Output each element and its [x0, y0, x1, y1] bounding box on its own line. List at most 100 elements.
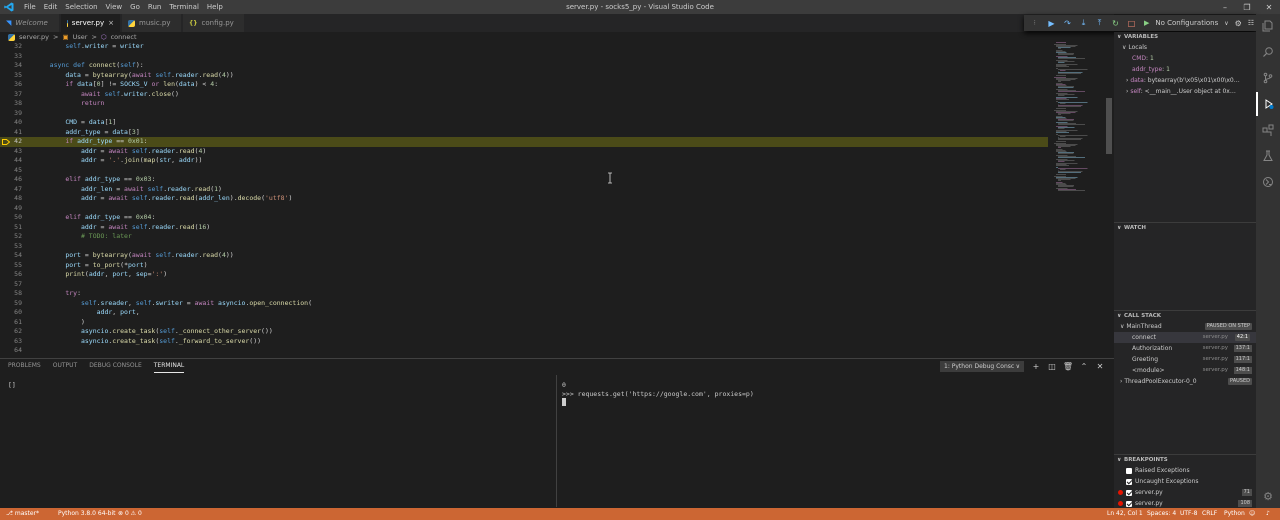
tab-terminal[interactable]: TERMINAL [153, 359, 185, 373]
menu-run[interactable]: Run [144, 0, 165, 14]
drag-handle-icon[interactable]: ⠇ [1030, 17, 1041, 29]
terminal-left-prompt[interactable]: [] [8, 381, 16, 389]
extensions-icon[interactable] [1256, 118, 1280, 142]
breadcrumb-class[interactable]: User [73, 33, 88, 41]
debug-console-icon[interactable]: ☷ [1248, 19, 1254, 27]
minimap-line [1056, 164, 1067, 165]
minimap-line [1058, 127, 1075, 128]
breakpoint-item[interactable]: server.py 71 [1114, 487, 1256, 498]
menu-view[interactable]: View [102, 0, 127, 14]
variable-data[interactable]: › data: bytearray(b'\x05\x01\x00\x0… [1114, 75, 1256, 86]
tab-music-py[interactable]: music.py [122, 14, 182, 32]
kill-terminal-icon[interactable]: 🗑 [1063, 361, 1073, 371]
breakpoint-checkbox[interactable] [1126, 478, 1132, 485]
explorer-icon[interactable] [1256, 14, 1280, 38]
python-interpreter[interactable]: Python 3.8.0 64-bit [58, 508, 116, 520]
settings-gear-icon[interactable]: ⚙ [1256, 484, 1280, 508]
restart-icon[interactable]: ↻ [1110, 17, 1121, 29]
breakpoint-checkbox[interactable] [1126, 500, 1132, 507]
watch-section-header[interactable]: ∨ WATCH [1114, 222, 1256, 232]
indentation[interactable]: Spaces: 4 [1147, 508, 1176, 520]
thread-threadpool[interactable]: › ThreadPoolExecutor-0_0 PAUSED [1114, 376, 1256, 387]
variable-value: 1 [1166, 66, 1170, 73]
stack-frame-connect[interactable]: connect server.py 42:1 [1114, 332, 1256, 343]
variable-self[interactable]: › self: <__main__.User object at 0x… [1114, 86, 1256, 97]
minimap-line [1060, 169, 1066, 170]
editor-scrollbar[interactable] [1106, 98, 1112, 154]
menu-edit[interactable]: Edit [40, 0, 62, 14]
maximize-button[interactable]: ❐ [1236, 0, 1258, 14]
menu-selection[interactable]: Selection [61, 0, 101, 14]
encoding[interactable]: UTF-8 [1180, 508, 1198, 520]
code-editor[interactable]: 32 self.writer = writer 33 34 async def co… [0, 42, 1048, 356]
thread-status-badge: PAUSED ON STEP [1204, 323, 1252, 330]
terminal-split-divider[interactable] [556, 375, 557, 507]
stop-icon[interactable]: □ [1126, 17, 1137, 29]
tab-debug-console[interactable]: DEBUG CONSOLE [89, 359, 142, 373]
minimap-line [1058, 73, 1081, 74]
close-tab-icon[interactable]: × [108, 19, 114, 27]
thread-mainthread[interactable]: ∨ MainThread PAUSED ON STEP [1114, 321, 1256, 332]
close-panel-icon[interactable]: ✕ [1095, 361, 1105, 371]
step-out-icon[interactable]: ⤒ [1094, 17, 1105, 29]
breakpoints-section-header[interactable]: ∨ BREAKPOINTS [1114, 454, 1256, 464]
step-over-icon[interactable]: ↷ [1062, 17, 1073, 29]
breakpoint-checkbox[interactable] [1126, 467, 1132, 474]
menu-go[interactable]: Go [126, 0, 144, 14]
search-icon[interactable] [1256, 40, 1280, 64]
run-debug-icon[interactable] [1256, 92, 1280, 116]
tab-welcome[interactable]: ◥ Welcome [0, 14, 60, 32]
remote-explorer-icon[interactable] [1256, 170, 1280, 194]
source-control-icon[interactable] [1256, 66, 1280, 90]
title-bar: File Edit Selection View Go Run Terminal Help s… [0, 0, 1280, 14]
minimap-line [1058, 72, 1083, 73]
stack-frame-module[interactable]: <module> server.py 148:1 [1114, 365, 1256, 376]
breadcrumb-method[interactable]: connect [111, 33, 137, 41]
breadcrumb-file[interactable]: server.py [19, 33, 49, 41]
locals-scope[interactable]: ∨ Locals [1114, 42, 1256, 53]
minimap-line [1056, 79, 1076, 80]
menu-terminal[interactable]: Terminal [165, 0, 203, 14]
variable-name: addr_type [1132, 66, 1163, 73]
close-window-button[interactable]: ✕ [1258, 0, 1280, 14]
breakpoint-checkbox[interactable] [1126, 489, 1132, 496]
variable-addr_type[interactable]: addr_type: 1 [1114, 64, 1256, 75]
call-stack-section-header[interactable]: ∨ CALL STACK [1114, 310, 1256, 320]
feedback-icon[interactable]: ☺ [1249, 508, 1255, 520]
language-mode[interactable]: Python [1224, 508, 1245, 520]
continue-icon[interactable]: ▶ [1046, 17, 1057, 29]
menu-file[interactable]: File [20, 0, 40, 14]
variable-CMD[interactable]: CMD: 1 [1114, 53, 1256, 64]
minimap[interactable] [1048, 42, 1106, 356]
tab-server-py[interactable]: server.py × [61, 14, 121, 32]
stack-frame-Authorization[interactable]: Authorization server.py 137:1 [1114, 343, 1256, 354]
terminal-select[interactable]: 1: Python Debug Consc ∨ [940, 361, 1024, 372]
tab-problems[interactable]: PROBLEMS [8, 359, 41, 373]
new-terminal-icon[interactable]: + [1031, 361, 1041, 371]
notifications-bell-icon[interactable]: ♪ [1266, 508, 1270, 520]
terminal-line: >>> requests.get('https://google.com', p… [562, 390, 754, 398]
testing-icon[interactable] [1256, 144, 1280, 168]
breakpoint-item[interactable]: Raised Exceptions [1114, 465, 1256, 476]
line-number: 35 [14, 70, 22, 79]
tab-output[interactable]: OUTPUT [53, 359, 77, 373]
stack-frame-Greeting[interactable]: Greeting server.py 117:1 [1114, 354, 1256, 365]
maximize-panel-icon[interactable]: ⌃ [1079, 361, 1089, 371]
minimize-button[interactable]: – [1214, 0, 1236, 14]
line-code: CMD = data[1] [65, 118, 117, 126]
variables-section-header[interactable]: ∨ VARIABLES [1114, 32, 1256, 42]
problems-count[interactable]: ⊗ 0 ⚠ 0 [118, 508, 142, 520]
start-debug-icon[interactable]: ▶ [1144, 19, 1149, 27]
split-terminal-icon[interactable]: ◫ [1047, 361, 1057, 371]
breadcrumb-separator: > [53, 33, 59, 41]
step-into-icon[interactable]: ⤓ [1078, 17, 1089, 29]
line-number: 47 [14, 184, 22, 193]
tab-config-py[interactable]: {} config.py [183, 14, 245, 32]
debug-configuration-select[interactable]: ▶ No Configurations ∨ ⚙ ☷ [1144, 19, 1254, 28]
cursor-position[interactable]: Ln 42, Col 1 [1107, 508, 1143, 520]
git-branch[interactable]: ⎇ master* [6, 508, 39, 520]
breakpoint-item[interactable]: Uncaught Exceptions [1114, 476, 1256, 487]
menu-help[interactable]: Help [203, 0, 227, 14]
settings-gear-icon[interactable]: ⚙ [1235, 19, 1242, 28]
end-of-line[interactable]: CRLF [1202, 508, 1217, 520]
